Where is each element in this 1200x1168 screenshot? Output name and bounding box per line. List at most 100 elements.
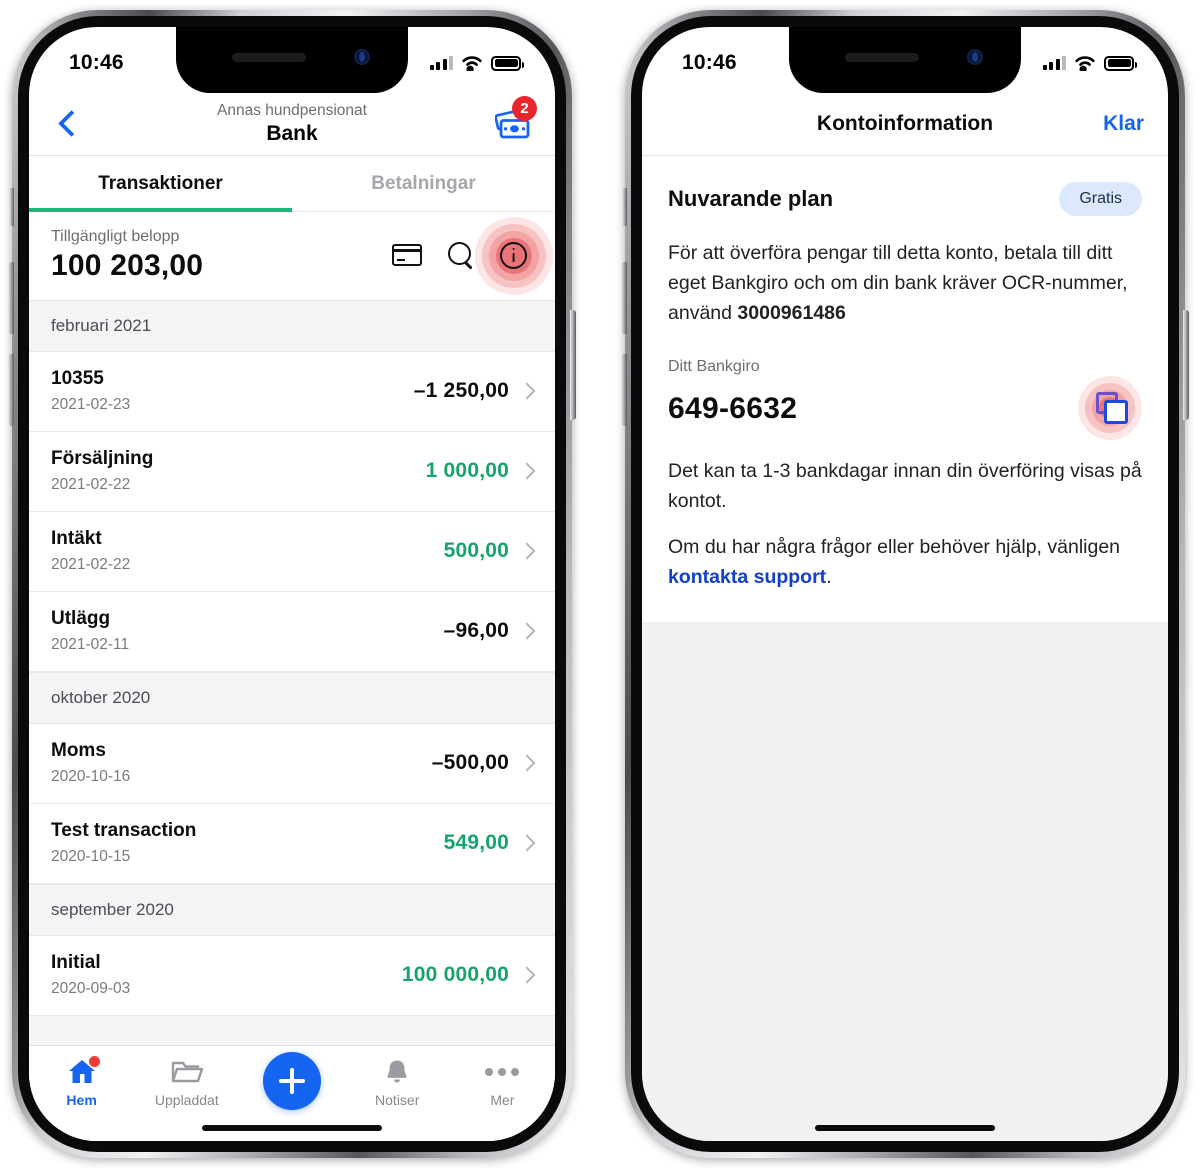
account-owner-subtitle: Annas hundpensionat [217, 102, 367, 119]
balance-actions [392, 216, 553, 295]
bottom-tab-bar: Hem Uppladdat Notiser Mer [29, 1045, 555, 1141]
status-badge: Gratis [1059, 182, 1142, 216]
plus-circle-button[interactable] [263, 1052, 321, 1110]
balance-label: Tillgängligt belopp [51, 228, 180, 245]
transaction-list: februari 2021 10355 2021-02-23 –1 250,00 [29, 300, 555, 1141]
sidebar-item-mer[interactable]: Mer [450, 1058, 555, 1108]
table-row[interactable]: Moms 2020-10-16 –500,00 [29, 724, 555, 804]
chevron-right-icon [518, 966, 536, 984]
current-plan-label: Nuvarande plan [668, 186, 834, 211]
ellipsis-icon [485, 1058, 520, 1085]
transaction-name: 10355 [51, 368, 104, 389]
nav-bar: Annas hundpensionat Bank 2 [29, 93, 555, 155]
volume-up-button[interactable] [8, 262, 14, 334]
empty-area [642, 622, 1168, 1141]
cellular-bars-icon [1042, 56, 1066, 70]
transaction-name: Utlägg [51, 608, 111, 629]
transaction-date: 2020-10-15 [51, 848, 131, 865]
transaction-date: 2020-09-03 [51, 980, 131, 997]
transaction-date: 2021-02-11 [51, 636, 130, 653]
add-button-wrapper [239, 1052, 344, 1110]
home-indicator[interactable] [202, 1125, 382, 1131]
status-icons [429, 55, 524, 71]
tab-betalningar[interactable]: Betalningar [292, 156, 555, 212]
transaction-date: 2021-02-23 [51, 396, 131, 413]
chevron-right-icon [518, 622, 536, 640]
sidebar-item-label: Uppladdat [154, 1092, 219, 1108]
table-row[interactable]: Intäkt 2021-02-22 500,00 [29, 512, 555, 592]
table-row[interactable]: Utlägg 2021-02-11 –96,00 [29, 592, 555, 672]
transaction-date: 2021-02-22 [51, 476, 131, 493]
section-header: februari 2021 [29, 300, 555, 352]
volume-down-button[interactable] [8, 354, 14, 426]
back-button[interactable] [51, 107, 85, 141]
home-notification-dot [88, 1056, 100, 1067]
status-icons [1042, 55, 1137, 71]
sidebar-item-uppladdat[interactable]: Uppladdat [134, 1058, 239, 1108]
power-button[interactable] [570, 310, 576, 420]
nav-bar: Kontoinformation Klar [642, 93, 1168, 155]
sidebar-item-hem[interactable]: Hem [29, 1056, 134, 1108]
money-button[interactable]: 2 [487, 96, 537, 144]
wifi-icon [462, 56, 482, 71]
right-screen: 10:46 Kontoinformation Klar Nuvarande pl… [642, 27, 1168, 1141]
folder-icon [171, 1058, 203, 1085]
sidebar-item-label: Mer [490, 1092, 515, 1108]
sidebar-item-notiser[interactable]: Notiser [345, 1058, 450, 1108]
bankgiro-row: 649-6632 [668, 376, 1142, 440]
sidebar-item-label: Hem [66, 1092, 97, 1108]
transfer-delay-note: Det kan ta 1-3 bankdagar innan din överf… [668, 460, 1142, 512]
battery-icon [491, 55, 524, 71]
tab-group: Transaktioner Betalningar [29, 156, 555, 212]
table-row[interactable]: 10355 2021-02-23 –1 250,00 [29, 352, 555, 432]
transaction-amount: 100 000,00 [401, 963, 509, 986]
transfer-instructions: För att överföra pengar till detta konto… [668, 238, 1142, 328]
transaction-name: Försäljning [51, 448, 154, 469]
screenshot-stage: 10:46 Annas hundpensionat Bank 2 Transak… [0, 0, 1200, 1168]
tab-transaktioner[interactable]: Transaktioner [29, 156, 292, 212]
section-header: september 2020 [29, 884, 555, 936]
chevron-right-icon [518, 462, 536, 480]
contact-support-link[interactable]: kontakta support [668, 566, 826, 588]
support-note-text: Om du har några frågor eller behöver hjä… [668, 536, 1121, 558]
page-title: Bank [266, 122, 318, 145]
left-screen: 10:46 Annas hundpensionat Bank 2 Transak… [29, 27, 555, 1141]
status-bar: 10:46 [29, 27, 555, 93]
table-row[interactable]: Initial 2020-09-03 100 000,00 [29, 936, 555, 1016]
nav-title-group: Annas hundpensionat Bank [29, 101, 555, 147]
mute-switch[interactable] [622, 188, 627, 226]
balance-amount: 100 203,00 [51, 249, 204, 282]
transaction-amount: –96,00 [443, 619, 509, 642]
ocr-number: 3000961486 [737, 302, 846, 324]
volume-down-button[interactable] [621, 354, 627, 426]
transaction-amount: –500,00 [431, 751, 509, 774]
copy-icon[interactable] [1096, 392, 1128, 424]
bell-icon [384, 1058, 410, 1085]
home-indicator[interactable] [815, 1125, 995, 1131]
notification-badge: 2 [512, 96, 537, 121]
section-header: oktober 2020 [29, 672, 555, 724]
volume-up-button[interactable] [621, 262, 627, 334]
bankgiro-label: Ditt Bankgiro [668, 358, 760, 375]
support-note: Om du har några frågor eller behöver hjä… [668, 532, 1142, 592]
status-time: 10:46 [682, 51, 737, 74]
list-bottom-padding [29, 1016, 555, 1046]
transaction-name: Moms [51, 740, 106, 761]
table-row[interactable]: Test transaction 2020-10-15 549,00 [29, 804, 555, 884]
table-row[interactable]: Försäljning 2021-02-22 1 000,00 [29, 432, 555, 512]
status-bar: 10:46 [642, 27, 1168, 93]
wifi-icon [1075, 56, 1095, 71]
search-icon[interactable] [448, 242, 474, 268]
card-icon[interactable] [392, 244, 422, 266]
account-info-card: Nuvarande plan Gratis För att överföra p… [642, 156, 1168, 622]
power-button[interactable] [1183, 310, 1189, 420]
transaction-name: Test transaction [51, 820, 197, 841]
support-note-suffix: . [826, 566, 832, 588]
status-time: 10:46 [69, 51, 124, 74]
iphone-left: 10:46 Annas hundpensionat Bank 2 Transak… [8, 10, 576, 1158]
bankgiro-actions [1078, 376, 1142, 440]
info-icon[interactable] [500, 241, 527, 269]
bankgiro-value: 649-6632 [668, 392, 798, 425]
mute-switch[interactable] [9, 188, 14, 226]
done-button[interactable]: Klar [1103, 112, 1144, 136]
